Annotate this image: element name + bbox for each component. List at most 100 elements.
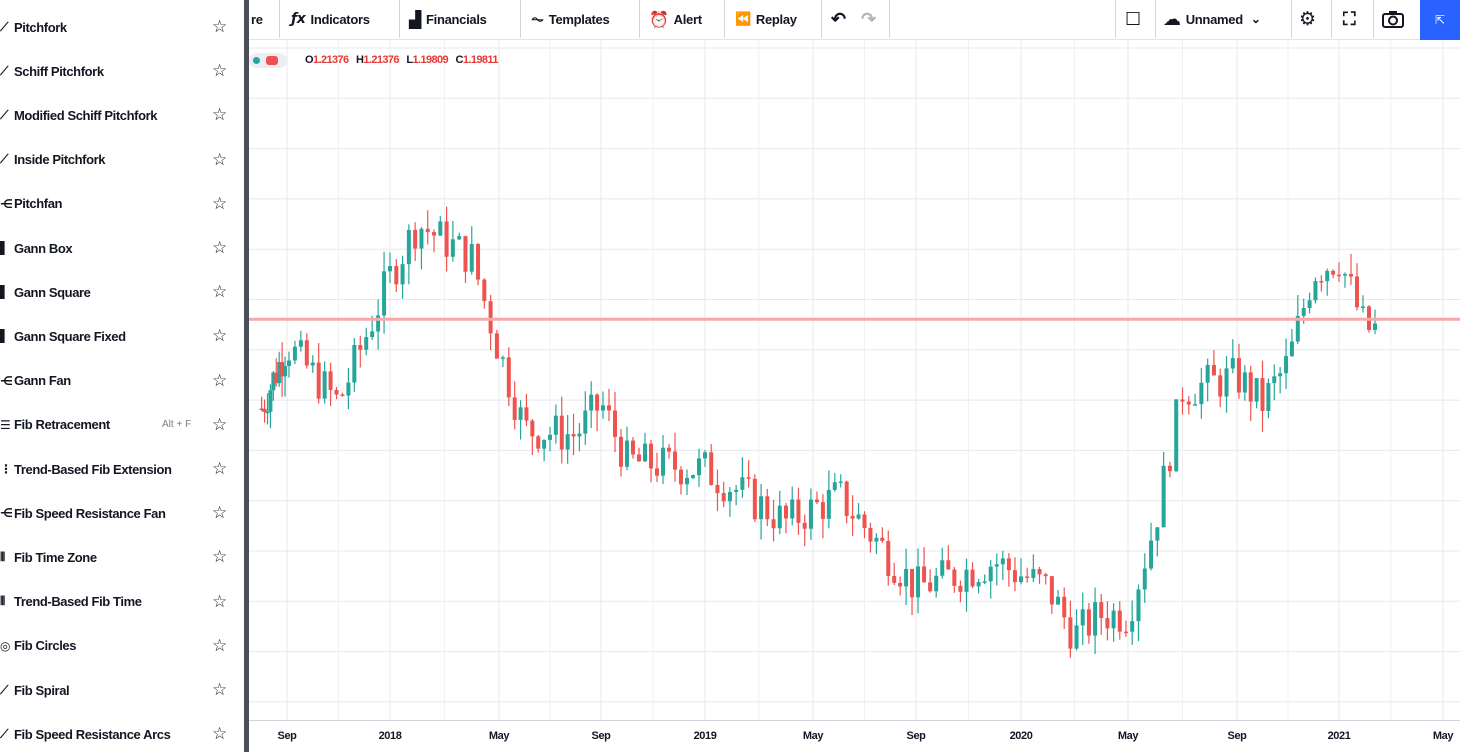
- candle-body: [988, 566, 993, 582]
- favorite-star-icon[interactable]: ☆: [212, 415, 227, 435]
- redo-button[interactable]: ↷: [861, 0, 876, 38]
- drawing-tool-icon: ⦀: [0, 549, 6, 564]
- drawing-tool-icon: ▌: [0, 285, 10, 300]
- candle-body: [328, 371, 333, 390]
- candle-body: [904, 568, 909, 587]
- layout-name-dropdown[interactable]: ☁ Unnamed ⌄: [1163, 0, 1261, 38]
- candle-body: [1266, 383, 1271, 412]
- candle-body: [352, 344, 357, 383]
- series-visibility-toggle[interactable]: [249, 52, 287, 68]
- candle-body: [463, 236, 468, 272]
- candle-body: [1149, 540, 1154, 569]
- candle-body: [1236, 358, 1241, 393]
- drawing-tool-label: Trend-Based Fib Extension: [14, 461, 172, 477]
- drawing-tool-item[interactable]: ⋲ Pitchfan ☆: [0, 182, 240, 226]
- candle-body: [1130, 621, 1135, 632]
- favorite-star-icon[interactable]: ☆: [212, 459, 227, 479]
- drawing-tool-label: Trend-Based Fib Time: [14, 594, 142, 610]
- candle-body: [542, 439, 547, 449]
- candle-body: [679, 469, 683, 485]
- favorite-star-icon[interactable]: ☆: [212, 547, 227, 567]
- drawing-tool-item[interactable]: ⦀ Fib Time Zone ☆: [0, 535, 240, 579]
- favorite-star-icon[interactable]: ☆: [212, 503, 227, 523]
- candle-body: [530, 420, 535, 437]
- drawing-tool-item[interactable]: ⟋ Inside Pitchfork ☆: [0, 138, 240, 182]
- favorite-star-icon[interactable]: ☆: [212, 105, 227, 125]
- favorite-star-icon[interactable]: ☆: [212, 592, 227, 612]
- favorite-star-icon[interactable]: ☆: [212, 680, 227, 700]
- favorite-star-icon[interactable]: ☆: [212, 636, 227, 656]
- toolbar-divider: [520, 0, 521, 38]
- candle-body: [759, 496, 764, 520]
- financials-button[interactable]: ▟ Financials: [409, 0, 487, 38]
- series-legend: O1.21376 H1.21376 L1.19809 C1.19811: [249, 52, 498, 68]
- drawing-tool-item[interactable]: ☰ Fib Retracement Alt + F ☆: [0, 403, 240, 447]
- drawing-tool-item[interactable]: ⋲ Gann Fan ☆: [0, 359, 240, 403]
- fullscreen-button[interactable]: ⛶: [1343, 0, 1356, 38]
- candle-body: [450, 239, 455, 257]
- drawing-tool-item[interactable]: ⋲ Fib Speed Resistance Fan ☆: [0, 491, 240, 535]
- publish-button[interactable]: ⇱: [1420, 0, 1460, 40]
- redo-icon: ↷: [861, 8, 876, 29]
- favorite-star-icon[interactable]: ☆: [212, 371, 227, 391]
- drawing-tool-item[interactable]: ⟋ Schiff Pitchfork ☆: [0, 49, 240, 93]
- chart-pane[interactable]: O1.21376 H1.21376 L1.19809 C1.19811: [249, 40, 1460, 720]
- compare-label: re: [251, 11, 263, 27]
- cloud-icon: ☁: [1163, 8, 1181, 30]
- drawing-tool-item[interactable]: ▌ Gann Square Fixed ☆: [0, 314, 240, 358]
- candle-body: [444, 221, 449, 257]
- drawing-tool-item[interactable]: ◎ Fib Circles ☆: [0, 624, 240, 668]
- drawing-tool-item[interactable]: ⟋ Pitchfork ☆: [0, 5, 240, 49]
- candle-body: [310, 362, 315, 366]
- toolbar-divider: [279, 0, 280, 38]
- drawing-tool-item[interactable]: ▌ Gann Box ☆: [0, 226, 240, 270]
- indicators-button[interactable]: ƒx Indicators: [291, 0, 370, 38]
- undo-button[interactable]: ↶: [831, 0, 846, 38]
- drawing-tool-icon: ⋲: [0, 373, 12, 388]
- candle-body: [637, 454, 641, 462]
- drawing-tool-item[interactable]: ⟋ Fib Spiral ☆: [0, 668, 240, 712]
- price-chart[interactable]: [249, 40, 1460, 720]
- candle-body: [1289, 341, 1294, 357]
- candle-body: [358, 344, 363, 350]
- drawing-tool-icon: ⋲: [0, 506, 12, 521]
- candle-body: [268, 390, 273, 412]
- favorite-star-icon[interactable]: ☆: [212, 724, 227, 744]
- layout-button[interactable]: ☐: [1125, 0, 1141, 38]
- candle-body: [771, 519, 776, 529]
- candle-body: [625, 440, 629, 467]
- candle-body: [438, 221, 443, 236]
- favorite-star-icon[interactable]: ☆: [212, 61, 227, 81]
- snapshot-button[interactable]: [1381, 0, 1405, 38]
- drawing-tool-item[interactable]: ▌ Gann Square ☆: [0, 270, 240, 314]
- alert-button[interactable]: ⏰ Alert: [649, 0, 702, 38]
- drawing-tool-item[interactable]: ⋮ Trend-Based Fib Extension ☆: [0, 447, 240, 491]
- time-axis[interactable]: Sep 2018 May Sep 2019 May Sep 2020 May Sep 2021 May: [249, 720, 1460, 752]
- favorite-star-icon[interactable]: ☆: [212, 282, 227, 302]
- replay-button[interactable]: ⏪ Replay: [735, 0, 797, 38]
- candle-body: [734, 489, 739, 492]
- compare-button[interactable]: re: [251, 0, 263, 38]
- candle-body: [1111, 610, 1116, 629]
- drawing-tool-item[interactable]: ⟋ Modified Schiff Pitchfork ☆: [0, 93, 240, 137]
- candle-body: [1313, 281, 1318, 301]
- candle-body: [1337, 274, 1341, 277]
- favorite-star-icon[interactable]: ☆: [212, 238, 227, 258]
- function-icon: ƒx: [291, 11, 306, 27]
- candle-body: [1142, 568, 1147, 590]
- favorite-star-icon[interactable]: ☆: [212, 326, 227, 346]
- candle-body: [703, 452, 707, 459]
- settings-button[interactable]: ⚙: [1299, 0, 1316, 38]
- candle-body: [1167, 465, 1172, 472]
- candle-body: [844, 481, 849, 516]
- rewind-icon: ⏪: [735, 11, 751, 27]
- candle-body: [536, 436, 541, 449]
- favorite-star-icon[interactable]: ☆: [212, 150, 227, 170]
- favorite-star-icon[interactable]: ☆: [212, 17, 227, 37]
- templates-button[interactable]: ⏦ Templates: [531, 0, 610, 38]
- time-axis-label: Sep: [906, 730, 926, 742]
- favorite-star-icon[interactable]: ☆: [212, 194, 227, 214]
- drawing-tool-item[interactable]: ⟋ Fib Speed Resistance Arcs ☆: [0, 712, 240, 752]
- candle-body: [982, 581, 987, 583]
- drawing-tool-item[interactable]: ⦀ Trend-Based Fib Time ☆: [0, 580, 240, 624]
